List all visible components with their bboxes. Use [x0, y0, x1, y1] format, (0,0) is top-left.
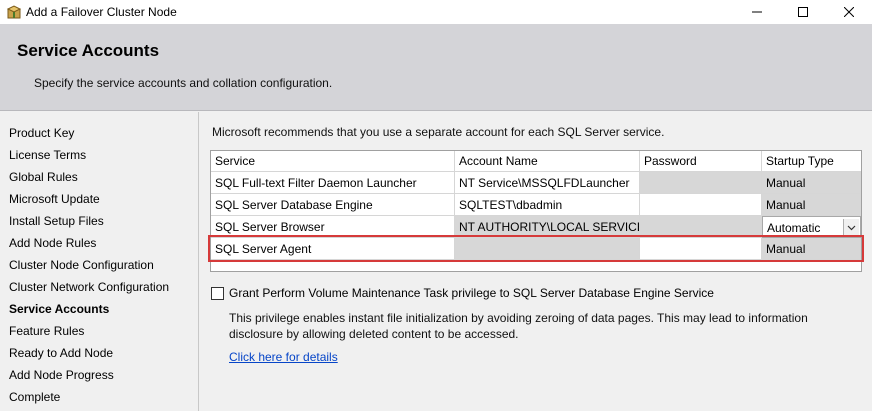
column-header-startup-type[interactable]: Startup Type: [762, 151, 861, 172]
sidebar-item-add-node-progress[interactable]: Add Node Progress: [9, 368, 114, 382]
details-link[interactable]: Click here for details: [229, 350, 338, 364]
table-row: SQL Server Database Engine SQLTEST\dbadm…: [211, 194, 861, 216]
sidebar-item-ready-to-add-node[interactable]: Ready to Add Node: [9, 346, 113, 360]
minimize-button[interactable]: [734, 0, 780, 24]
sidebar-item-microsoft-update[interactable]: Microsoft Update: [9, 192, 100, 206]
service-cell: SQL Server Database Engine: [211, 194, 455, 216]
account-name-field[interactable]: SQLTEST\dbadmin: [455, 194, 640, 216]
sidebar-item-add-node-rules[interactable]: Add Node Rules: [9, 236, 96, 250]
sidebar-item-cluster-network-configuration[interactable]: Cluster Network Configuration: [9, 280, 169, 294]
account-name-field: NT AUTHORITY\LOCAL SERVICE: [455, 216, 640, 238]
password-field: [640, 172, 762, 194]
sidebar-item-install-setup-files[interactable]: Install Setup Files: [9, 214, 104, 228]
account-name-field[interactable]: [455, 238, 640, 260]
grid-header-row: Service Account Name Password Startup Ty…: [211, 151, 861, 172]
column-header-service[interactable]: Service: [211, 151, 455, 172]
table-row: SQL Server Agent Manual: [211, 238, 861, 260]
sidebar-item-product-key[interactable]: Product Key: [9, 126, 74, 140]
intro-text: Microsoft recommends that you use a sepa…: [212, 125, 665, 139]
startup-type-cell: Manual: [762, 238, 861, 260]
sidebar-item-global-rules[interactable]: Global Rules: [9, 170, 78, 184]
table-row: SQL Server Browser NT AUTHORITY\LOCAL SE…: [211, 216, 861, 238]
sidebar-item-feature-rules[interactable]: Feature Rules: [9, 324, 84, 338]
maximize-icon: [798, 7, 808, 17]
maximize-button[interactable]: [780, 0, 826, 24]
minimize-icon: [752, 11, 762, 13]
startup-type-cell: Manual: [762, 194, 861, 216]
service-accounts-grid: Service Account Name Password Startup Ty…: [210, 150, 862, 272]
sidebar-item-cluster-node-configuration[interactable]: Cluster Node Configuration: [9, 258, 154, 272]
grant-privilege-label[interactable]: Grant Perform Volume Maintenance Task pr…: [229, 286, 714, 300]
page-title: Service Accounts: [17, 41, 160, 60]
startup-type-value: Automatic: [767, 221, 821, 235]
main-content: Microsoft recommends that you use a sepa…: [200, 112, 872, 411]
password-field[interactable]: [640, 194, 762, 216]
chevron-down-icon: [847, 225, 856, 230]
password-field[interactable]: [640, 238, 762, 260]
title-bar: Add a Failover Cluster Node: [0, 0, 872, 24]
startup-type-select[interactable]: Automatic: [762, 216, 861, 238]
column-header-password[interactable]: Password: [640, 151, 762, 172]
grant-privilege-checkbox[interactable]: [211, 287, 224, 300]
page-header: Service Accounts Specify the service acc…: [0, 24, 872, 111]
close-icon: [844, 7, 854, 17]
service-cell: SQL Full-text Filter Daemon Launcher: [211, 172, 455, 194]
password-field: [640, 216, 762, 238]
table-row: SQL Full-text Filter Daemon Launcher NT …: [211, 172, 861, 194]
sidebar-item-license-terms[interactable]: License Terms: [9, 148, 86, 162]
close-button[interactable]: [826, 0, 872, 24]
setup-box-icon: [6, 4, 22, 20]
page-subtitle: Specify the service accounts and collati…: [34, 76, 333, 90]
column-header-account-name[interactable]: Account Name: [455, 151, 640, 172]
sidebar-item-complete[interactable]: Complete: [9, 390, 60, 404]
wizard-steps-sidebar: Product Key License Terms Global Rules M…: [0, 112, 199, 411]
window-title: Add a Failover Cluster Node: [26, 5, 177, 19]
sidebar-item-service-accounts[interactable]: Service Accounts: [9, 302, 109, 316]
privilege-description: This privilege enables instant file init…: [229, 311, 808, 341]
service-cell: SQL Server Agent: [211, 238, 455, 260]
account-name-field[interactable]: NT Service\MSSQLFDLauncher: [455, 172, 640, 194]
startup-type-cell: Manual: [762, 172, 861, 194]
dropdown-button[interactable]: [843, 219, 859, 236]
service-cell: SQL Server Browser: [211, 216, 455, 238]
